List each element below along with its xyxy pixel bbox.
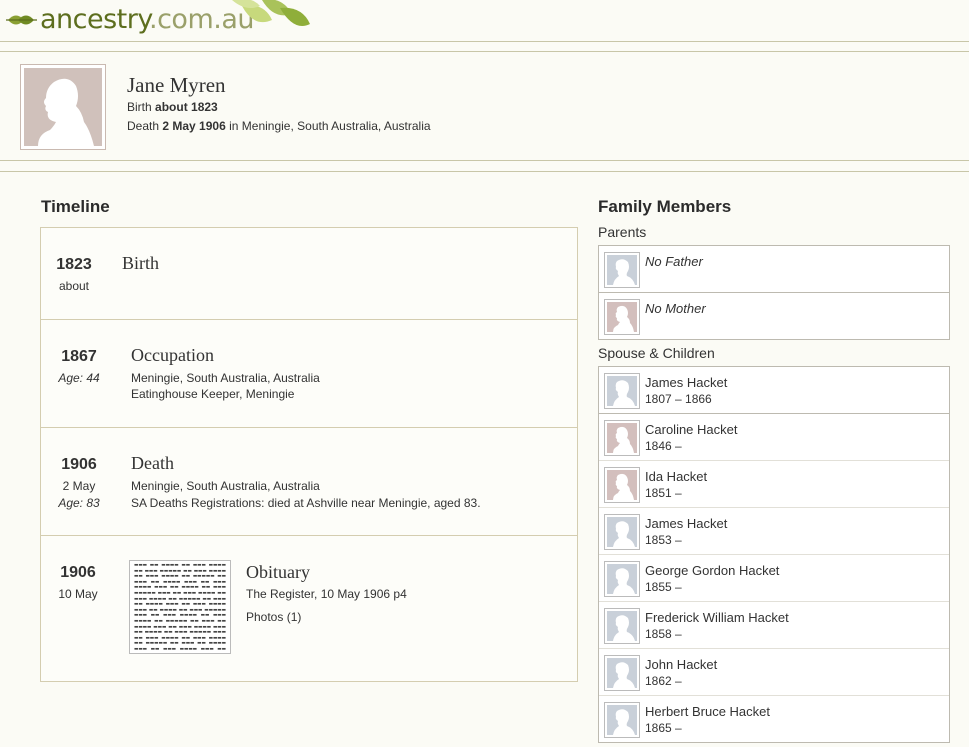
brand-name: ancestry xyxy=(40,4,150,35)
event-place: Meningie, South Australia, Australia xyxy=(131,371,320,385)
event-place: Meningie, South Australia, Australia xyxy=(131,479,320,493)
family-members-title: Family Members xyxy=(598,197,732,216)
member-name: Caroline Hacket xyxy=(645,422,738,437)
list-item[interactable]: James Hacket 1807 – 1866 xyxy=(599,367,949,414)
event-title-birth[interactable]: Birth xyxy=(122,253,159,274)
member-name: George Gordon Hacket xyxy=(645,563,780,578)
list-item[interactable]: John Hacket 1862 – xyxy=(599,648,949,696)
parents-list: No Father No Mother xyxy=(598,245,950,340)
female-silhouette-icon xyxy=(613,426,634,453)
event-day: 2 May xyxy=(62,479,96,493)
member-dates: 1851 – xyxy=(645,486,682,500)
event-year: 1906 xyxy=(61,456,97,473)
list-item[interactable]: No Mother xyxy=(599,292,949,340)
member-dates: 1853 – xyxy=(645,533,682,547)
list-item[interactable]: Caroline Hacket 1846 – xyxy=(599,413,949,461)
event-divider xyxy=(41,319,577,320)
member-name: James Hacket xyxy=(645,516,728,531)
profile-divider-2 xyxy=(0,171,969,172)
event-title-occupation[interactable]: Occupation xyxy=(131,345,214,366)
header-divider-2 xyxy=(0,51,969,52)
avatar xyxy=(604,467,640,503)
header-divider xyxy=(0,41,969,42)
timeline-panel: 1823 about Birth 1867 Age: 44 Occupation… xyxy=(40,227,578,682)
male-silhouette-icon xyxy=(613,568,635,594)
member-dates: 1865 – xyxy=(645,721,682,735)
avatar xyxy=(604,561,640,597)
event-age: Age: 83 xyxy=(58,496,100,510)
member-name: John Hacket xyxy=(645,657,718,672)
member-dates: 1862 – xyxy=(645,674,682,688)
event-source: The Register, 10 May 1906 p4 xyxy=(246,587,407,601)
male-silhouette-icon xyxy=(613,615,635,641)
profile-divider xyxy=(0,160,969,161)
male-silhouette-icon xyxy=(613,662,635,688)
avatar xyxy=(604,702,640,738)
leaf-logo-icon xyxy=(6,15,37,25)
avatar xyxy=(604,514,640,550)
event-divider xyxy=(41,427,577,428)
spouse-children-label: Spouse & Children xyxy=(598,345,715,361)
member-name: No Mother xyxy=(645,301,706,316)
list-item[interactable]: Herbert Bruce Hacket 1865 – xyxy=(599,695,949,743)
female-silhouette-icon xyxy=(38,78,94,146)
member-dates: 1855 – xyxy=(645,580,682,594)
timeline-title: Timeline xyxy=(41,197,110,216)
avatar xyxy=(604,299,640,335)
avatar xyxy=(604,252,640,288)
member-dates: 1807 – 1866 xyxy=(645,392,712,406)
list-item[interactable]: Ida Hacket 1851 – xyxy=(599,460,949,508)
photos-link[interactable]: Photos (1) xyxy=(246,610,301,624)
avatar xyxy=(604,373,640,409)
leaves-decoration-icon xyxy=(232,0,310,26)
event-age: Age: 44 xyxy=(58,371,100,385)
event-qualifier: about xyxy=(58,279,90,293)
female-silhouette-icon xyxy=(613,473,634,500)
profile-photo[interactable] xyxy=(20,64,106,150)
event-year: 1867 xyxy=(61,348,97,365)
event-divider xyxy=(41,535,577,536)
male-silhouette-icon xyxy=(613,259,635,285)
newspaper-clipping-icon: ▬▬▬ ▬▬ ▬▬▬▬ ▬▬ ▬▬▬ ▬▬▬▬ ▬▬ ▬▬▬ ▬▬▬▬▬ ▬▬ … xyxy=(134,563,226,651)
list-item[interactable]: George Gordon Hacket 1855 – xyxy=(599,554,949,602)
list-item[interactable]: Frederick William Hacket 1858 – xyxy=(599,601,949,649)
member-name: James Hacket xyxy=(645,375,728,390)
event-day: 10 May xyxy=(58,587,98,601)
member-dates: 1858 – xyxy=(645,627,682,641)
event-title-obituary[interactable]: Obituary xyxy=(246,562,310,583)
avatar xyxy=(604,420,640,456)
parents-label: Parents xyxy=(598,224,647,240)
member-dates: 1846 – xyxy=(645,439,682,453)
person-death: Death 2 May 1906 in Meningie, South Aust… xyxy=(127,119,431,133)
male-silhouette-icon xyxy=(613,380,635,406)
event-year: 1823 xyxy=(56,256,92,273)
member-name: No Father xyxy=(645,254,703,269)
member-name: Frederick William Hacket xyxy=(645,610,789,625)
male-silhouette-icon xyxy=(613,709,635,735)
obituary-thumbnail[interactable]: ▬▬▬ ▬▬ ▬▬▬▬ ▬▬ ▬▬▬ ▬▬▬▬ ▬▬ ▬▬▬ ▬▬▬▬▬ ▬▬ … xyxy=(129,560,231,654)
avatar xyxy=(604,655,640,691)
event-detail: SA Deaths Registrations: died at Ashvill… xyxy=(131,496,481,510)
event-year: 1906 xyxy=(60,564,96,581)
list-item[interactable]: James Hacket 1853 – xyxy=(599,507,949,555)
avatar xyxy=(604,608,640,644)
list-item[interactable]: No Father xyxy=(599,246,949,293)
event-title-death[interactable]: Death xyxy=(131,453,174,474)
spouse-children-list: James Hacket 1807 – 1866 Caroline Hacket… xyxy=(598,366,950,743)
ancestry-logo[interactable]: ancestry.com.au™ xyxy=(4,4,262,36)
member-name: Herbert Bruce Hacket xyxy=(645,704,770,719)
person-name: Jane Myren xyxy=(127,73,226,97)
female-silhouette-icon xyxy=(613,305,634,332)
site-header: ancestry.com.au™ xyxy=(0,0,969,42)
event-detail: Eatinghouse Keeper, Meningie xyxy=(131,387,295,401)
member-name: Ida Hacket xyxy=(645,469,708,484)
male-silhouette-icon xyxy=(613,521,635,547)
person-birth: Birth about 1823 xyxy=(127,100,218,114)
